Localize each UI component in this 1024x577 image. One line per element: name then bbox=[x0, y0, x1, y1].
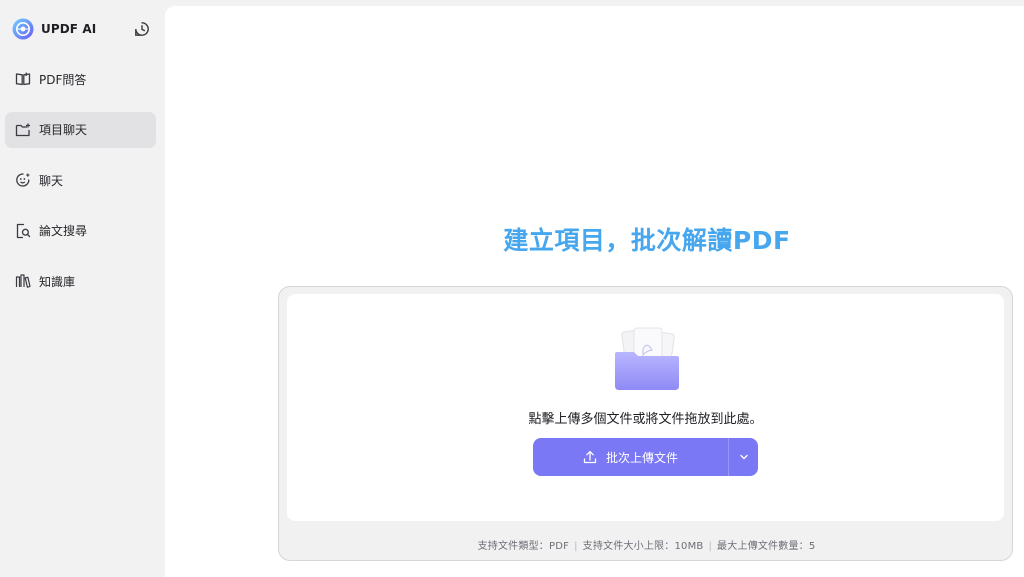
upload-icon bbox=[583, 450, 597, 464]
document-search-icon bbox=[14, 222, 32, 240]
sidebar-item-paper-search[interactable]: 論文搜尋 bbox=[5, 213, 156, 249]
brand-name: UPDF AI bbox=[41, 22, 97, 36]
chevron-down-icon bbox=[739, 454, 748, 460]
page-title: 建立項目，批次解讀PDF bbox=[165, 221, 1024, 257]
sidebar: UPDF AI PDF問答 項目聊天 聊天 論文搜尋 知識庫 bbox=[0, 0, 164, 577]
sidebar-item-project-chat[interactable]: 項目聊天 bbox=[5, 111, 156, 148]
separator: | bbox=[574, 541, 578, 552]
batch-upload-label: 批次上傳文件 bbox=[605, 450, 678, 465]
file-drop-zone[interactable]: 點擊上傳多個文件或將文件拖放到此處。 批次上傳文件 bbox=[287, 294, 1004, 521]
book-icon bbox=[14, 70, 32, 88]
sidebar-item-pdf-qa[interactable]: PDF問答 bbox=[5, 61, 156, 97]
supported-types: 支持文件類型：PDF bbox=[477, 541, 570, 552]
separator: | bbox=[708, 541, 713, 552]
brand[interactable]: UPDF AI bbox=[12, 17, 96, 41]
sidebar-item-chat[interactable]: 聊天 bbox=[5, 162, 156, 198]
sidebar-nav: PDF問答 項目聊天 聊天 論文搜尋 知識庫 bbox=[5, 61, 156, 314]
upload-limits: 支持文件類型：PDF | 支持文件大小上限：10MB | 最大上傳文件數量：5 bbox=[279, 537, 1014, 552]
folder-plus-icon bbox=[14, 121, 32, 139]
library-icon bbox=[14, 272, 32, 290]
upload-card: 點擊上傳多個文件或將文件拖放到此處。 批次上傳文件 支持文件類型：PDF | 支持文… bbox=[278, 286, 1013, 561]
max-file-count: 最大上傳文件數量：5 bbox=[717, 541, 816, 552]
batch-upload-button[interactable]: 批次上傳文件 bbox=[533, 438, 728, 476]
upload-options-dropdown[interactable] bbox=[729, 438, 758, 476]
sidebar-item-label: 聊天 bbox=[39, 173, 64, 188]
sidebar-item-label: 項目聊天 bbox=[39, 123, 88, 137]
batch-upload-split-button: 批次上傳文件 bbox=[533, 438, 758, 476]
chat-face-icon bbox=[14, 171, 32, 189]
page-title-prefix: 建立項目，批次解讀 bbox=[503, 226, 733, 255]
sidebar-item-knowledge-base[interactable]: 知識庫 bbox=[5, 263, 156, 299]
history-icon bbox=[135, 22, 149, 36]
page-title-suffix: PDF bbox=[732, 226, 791, 255]
history-button[interactable] bbox=[133, 20, 151, 38]
sidebar-item-label: PDF問答 bbox=[39, 72, 87, 87]
folder-documents-icon bbox=[615, 327, 679, 390]
updf-logo-icon bbox=[12, 18, 34, 40]
sidebar-item-label: 論文搜尋 bbox=[39, 224, 88, 238]
drop-hint: 點擊上傳多個文件或將文件拖放到此處。 bbox=[528, 412, 763, 427]
max-file-size: 支持文件大小上限：10MB bbox=[582, 541, 704, 552]
main-panel: 建立項目，批次解讀PDF 點擊上傳多個文件或將文件拖放到此處。 批次上傳文件 支… bbox=[165, 6, 1024, 577]
sidebar-item-label: 知識庫 bbox=[39, 274, 76, 289]
